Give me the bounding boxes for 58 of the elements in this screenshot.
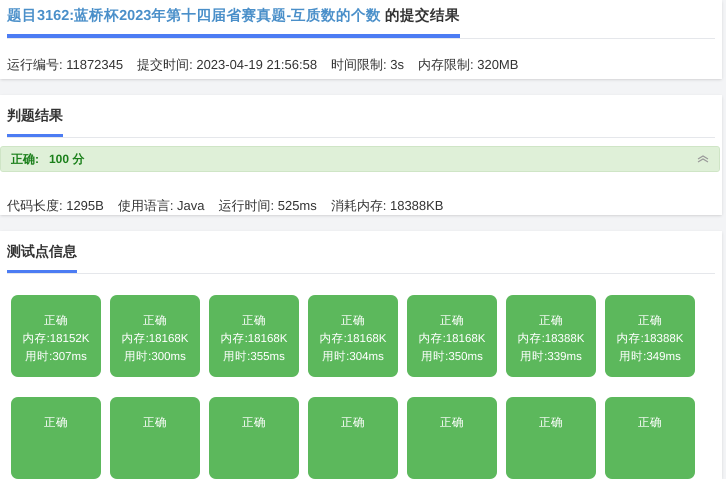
test-status-text: 正确 [44, 416, 68, 431]
test-status-text: 正确 [341, 416, 365, 431]
verdict-label: 正确: [11, 150, 39, 168]
section-heading: 判题结果 [7, 104, 63, 136]
test-time-text: 用时:355ms [223, 350, 285, 365]
test-status-text: 正确 [638, 416, 662, 431]
judge-stat-text: 消耗内存: 18388KB [330, 196, 444, 214]
test-case-card[interactable]: 正确 [605, 397, 695, 479]
test-time-text: 用时:350ms [421, 350, 483, 365]
test-status-text: 正确 [143, 314, 167, 329]
test-case-card[interactable]: 正确 内存:18168K 用时:350ms [407, 295, 497, 377]
test-time-text: 用时:300ms [124, 350, 186, 365]
judge-stat-text: 代码长度: 1295B [7, 196, 104, 214]
section-heading: 测试点信息 [7, 241, 77, 273]
test-time-text: 用时:304ms [322, 350, 384, 365]
test-case-card[interactable]: 正确 [506, 397, 596, 479]
test-case-card[interactable]: 正确 [209, 397, 299, 479]
test-case-card[interactable]: 正确 [308, 397, 398, 479]
test-memory-text: 内存:18388K [518, 332, 584, 347]
judge-stat-text: 运行时间: 525ms [218, 196, 317, 214]
test-status-text: 正确 [539, 314, 563, 329]
test-case-card[interactable]: 正确 内存:18168K 用时:300ms [110, 295, 200, 377]
submission-info-text: 提交时间: 2023-04-19 21:56:58 [137, 56, 318, 74]
test-case-card[interactable]: 正确 内存:18388K 用时:349ms [605, 295, 695, 377]
test-case-card[interactable]: 正确 内存:18168K 用时:304ms [308, 295, 398, 377]
test-memory-text: 内存:18168K [220, 332, 288, 347]
test-status-text: 正确 [242, 314, 266, 329]
score-text: 100 分 [49, 150, 84, 168]
test-case-card[interactable]: 正确 内存:18388K 用时:339ms [506, 295, 596, 377]
judge-stat-text: 使用语言: Java [118, 196, 205, 214]
test-case-card[interactable]: 正确 内存:18168K 用时:355ms [209, 295, 299, 377]
submission-info-text: 时间限制: 3s [331, 56, 404, 74]
submission-info-text: 运行编号: 11872345 [7, 56, 124, 74]
test-time-text: 用时:307ms [25, 350, 87, 365]
verdict-bar[interactable]: 正确: 100 分 [0, 146, 720, 172]
double-chevron-up-icon [697, 154, 709, 162]
test-case-card[interactable]: 正确 内存:18152K 用时:307ms [11, 295, 101, 377]
test-status-text: 正确 [143, 416, 167, 431]
test-memory-text: 内存:18152K [22, 332, 90, 347]
test-status-text: 正确 [440, 416, 464, 431]
test-case-card[interactable]: 正确 [11, 397, 101, 479]
test-memory-text: 内存:18168K [122, 332, 188, 347]
test-time-text: 用时:349ms [619, 350, 681, 365]
test-time-text: 用时:339ms [520, 350, 582, 365]
submission-info-text: 内存限制: 320MB [418, 56, 518, 74]
problem-title-link[interactable]: 题目3162:蓝桥杯2023年第十四届省赛真题-互质数的个数 [7, 6, 382, 28]
test-status-text: 正确 [341, 314, 365, 329]
test-case-card[interactable]: 正确 [110, 397, 200, 479]
test-status-text: 正确 [539, 416, 563, 431]
test-memory-text: 内存:18168K [320, 332, 386, 347]
test-status-text: 正确 [44, 314, 68, 329]
page-title: 的提交结果 [385, 6, 460, 26]
test-status-text: 正确 [440, 314, 464, 329]
test-memory-text: 内存:18388K [616, 332, 684, 347]
test-case-card[interactable]: 正确 [407, 397, 497, 479]
test-status-text: 正确 [242, 416, 266, 431]
test-status-text: 正确 [638, 314, 662, 329]
test-memory-text: 内存:18168K [418, 332, 486, 347]
